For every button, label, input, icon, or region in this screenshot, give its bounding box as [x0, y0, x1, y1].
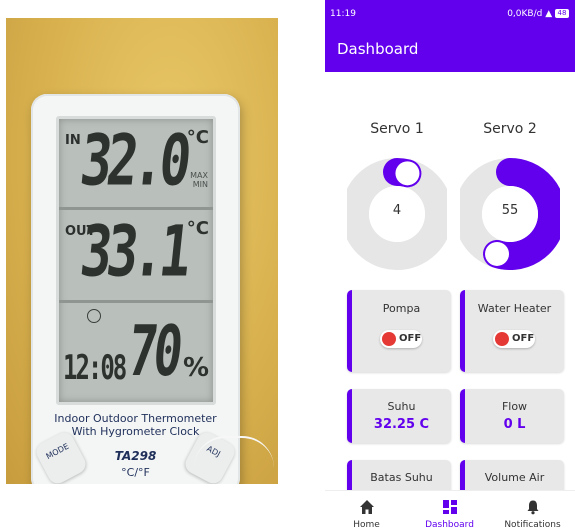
- status-time: 11:19: [330, 9, 356, 19]
- pompa-card: Pompa OFF: [347, 290, 451, 372]
- indoor-temperature: 32.0: [76, 121, 191, 202]
- batas-suhu-label: Batas Suhu: [370, 471, 433, 484]
- servo2-gauge[interactable]: 55: [454, 155, 566, 273]
- status-right: 0,0KB/d ▲ 48: [507, 9, 569, 19]
- flow-card: Flow 0 L: [460, 389, 564, 443]
- water-heater-toggle[interactable]: OFF: [493, 330, 535, 348]
- servo1-gauge[interactable]: 4: [341, 155, 453, 273]
- outdoor-unit: °C: [186, 218, 209, 239]
- nav-notifications[interactable]: Notifications: [491, 491, 574, 531]
- nav-home[interactable]: Home: [325, 491, 408, 531]
- outdoor-row: OUT 33.1 °C: [59, 210, 213, 303]
- servo1-title: Servo 1: [370, 121, 424, 137]
- battery-icon: 48: [555, 9, 569, 18]
- clock-display: 12:08: [63, 348, 127, 388]
- water-heater-state: OFF: [512, 333, 535, 344]
- flow-value: 0 L: [503, 417, 526, 432]
- volume-air-label: Volume Air: [484, 471, 545, 484]
- device-label-line1: Indoor Outdoor Thermometer: [54, 412, 217, 425]
- home-icon: [360, 500, 374, 514]
- nav-dashboard-label: Dashboard: [425, 520, 474, 530]
- maxmin-label: MAX MIN: [190, 171, 208, 189]
- pompa-toggle[interactable]: OFF: [380, 330, 422, 348]
- outdoor-temperature: 33.1: [76, 212, 191, 293]
- humidity-unit: %: [182, 353, 209, 383]
- status-bar: 11:19 0,0KB/d ▲ 48: [325, 0, 575, 30]
- water-heater-card: Water Heater OFF: [460, 290, 564, 372]
- servo2-title: Servo 2: [483, 121, 537, 137]
- pompa-toggle-knob: [382, 332, 396, 346]
- humidity-display: 70: [124, 311, 183, 393]
- lcd-display: IN 32.0 °C MAX MIN OUT 33.1 °C 12:08 70 …: [56, 116, 216, 405]
- flow-label: Flow: [501, 400, 528, 413]
- bell-icon: [527, 500, 539, 515]
- dashboard-icon: [443, 500, 457, 514]
- servo2-knob[interactable]: [485, 241, 510, 266]
- bottom-navigation: Home Dashboard Notifications: [325, 490, 575, 531]
- thermometer-device: IN 32.0 °C MAX MIN OUT 33.1 °C 12:08 70 …: [31, 94, 240, 484]
- suhu-label: Suhu: [387, 400, 416, 413]
- face-icon: [87, 309, 101, 323]
- page-title: Dashboard: [337, 40, 419, 58]
- nav-dashboard[interactable]: Dashboard: [408, 491, 491, 531]
- servo1-knob[interactable]: [395, 161, 420, 186]
- pompa-state: OFF: [399, 333, 422, 344]
- servo1-value: 4: [392, 203, 402, 218]
- clock-humidity-row: 12:08 70 %: [59, 303, 213, 402]
- signal-icon: ▲: [545, 9, 553, 19]
- pompa-label: Pompa: [382, 302, 421, 315]
- water-heater-toggle-knob: [495, 332, 509, 346]
- nav-notifications-label: Notifications: [504, 520, 561, 530]
- nav-home-label: Home: [353, 520, 380, 530]
- in-label: IN: [65, 133, 81, 148]
- thermometer-photo: IN 32.0 °C MAX MIN OUT 33.1 °C 12:08 70 …: [6, 18, 278, 484]
- servo2-value: 55: [501, 203, 519, 218]
- indoor-row: IN 32.0 °C MAX MIN: [59, 119, 213, 210]
- phone-screen: 11:19 0,0KB/d ▲ 48 Dashboard Servo 1 Ser…: [325, 0, 575, 531]
- app-bar: Dashboard: [325, 30, 575, 72]
- suhu-value: 32.25 C: [373, 417, 430, 432]
- network-speed: 0,0KB/d: [507, 9, 543, 19]
- water-heater-label: Water Heater: [477, 302, 552, 315]
- suhu-card: Suhu 32.25 C: [347, 389, 451, 443]
- indoor-unit: °C: [186, 127, 209, 148]
